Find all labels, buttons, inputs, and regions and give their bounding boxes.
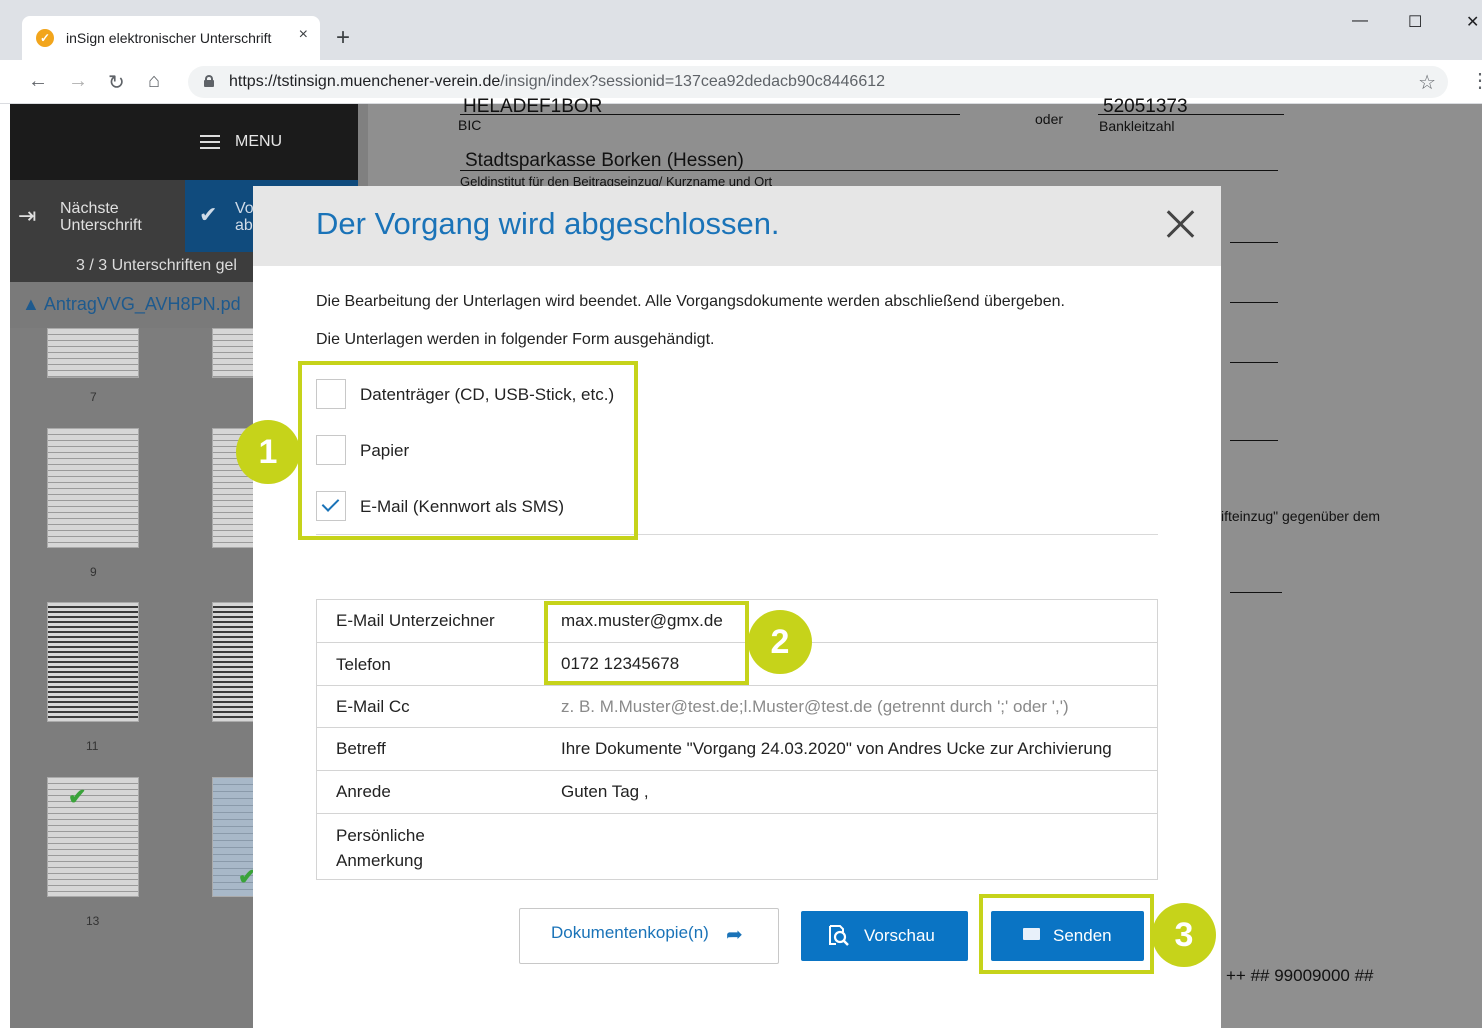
share-icon: ➦ xyxy=(726,924,743,946)
field-label: E-Mail Unterzeichner xyxy=(336,611,495,630)
document-copies-button[interactable]: Dokumentenkopie(n) ➦ xyxy=(519,908,779,964)
page-thumbnail[interactable] xyxy=(47,428,139,548)
delivery-form-label: Die Unterlagen werden in folgender Form … xyxy=(316,331,715,348)
table-row: Persönliche Anmerkung xyxy=(317,813,1157,879)
doc-line xyxy=(1230,362,1278,363)
forward-arrow-icon[interactable]: → xyxy=(68,70,88,93)
doc-line xyxy=(1230,440,1278,441)
highlight-contact-fields xyxy=(544,601,749,685)
field-label: Betreff xyxy=(336,739,386,758)
oder-label: oder xyxy=(1035,111,1064,127)
salutation-field[interactable]: Guten Tag , xyxy=(561,782,1123,802)
page-thumbnail[interactable] xyxy=(47,777,139,897)
lock-icon xyxy=(204,75,214,87)
next-signature-button[interactable]: ⇥ Nächste Unterschrift xyxy=(10,180,185,252)
page-thumbnail[interactable] xyxy=(47,602,139,722)
url-field[interactable]: https://tstinsign.muenchener-verein.de/i… xyxy=(188,66,1448,98)
hamburger-icon xyxy=(200,135,220,149)
field-label: E-Mail Cc xyxy=(336,697,410,716)
page-number: 11 xyxy=(86,739,99,753)
finish-process-label: Vo ab xyxy=(235,200,254,234)
back-arrow-icon[interactable]: ← xyxy=(28,70,48,93)
maximize-button[interactable]: ☐ xyxy=(1408,12,1422,32)
step-marker-3: 3 xyxy=(1152,903,1216,967)
page-number: 13 xyxy=(86,914,100,928)
footer-code: ++ ## 99009000 ## xyxy=(1226,966,1374,985)
field-label: Telefon xyxy=(336,655,391,674)
browser-menu-icon[interactable]: ⋮ xyxy=(1470,68,1482,93)
tab-close-icon[interactable]: × xyxy=(299,26,308,44)
highlight-delivery-options xyxy=(298,361,638,540)
close-icon[interactable] xyxy=(1165,208,1195,238)
close-window-button[interactable]: ✕ xyxy=(1466,12,1479,32)
page-number: 7 xyxy=(90,390,97,404)
signed-check-icon: ✔ xyxy=(68,784,87,809)
subject-field[interactable]: Ihre Dokumente "Vorgang 24.03.2020" von … xyxy=(561,739,1123,759)
table-row: Anrede Guten Tag , xyxy=(317,770,1157,813)
preview-button[interactable]: Vorschau xyxy=(801,911,968,961)
doc-line xyxy=(1230,302,1278,303)
menu-label: MENU xyxy=(235,133,283,150)
page-number: 9 xyxy=(90,565,97,579)
doc-line xyxy=(1098,114,1284,115)
bic-label: BIC xyxy=(458,117,482,133)
doc-line xyxy=(1230,242,1278,243)
step-marker-2: 2 xyxy=(748,610,812,674)
minimize-button[interactable]: — xyxy=(1352,12,1368,30)
table-row: Betreff Ihre Dokumente "Vorgang 24.03.20… xyxy=(317,727,1157,770)
reload-icon[interactable]: ↻ xyxy=(108,70,125,95)
email-cc-field[interactable]: z. B. M.Muster@test.de;l.Muster@test.de … xyxy=(561,697,1123,717)
next-signature-icon: ⇥ xyxy=(18,203,37,228)
url-text: https://tstinsign.muenchener-verein.de/i… xyxy=(229,73,886,90)
tab-title: inSign elektronischer Unterschrift xyxy=(66,30,272,46)
next-signature-label: Nächste Unterschrift xyxy=(60,200,142,234)
doc-line xyxy=(1230,592,1282,593)
step-marker-1: 1 xyxy=(236,420,300,484)
checkmark-icon: ✔ xyxy=(199,202,218,227)
browser-tab-bar: ✓ inSign elektronischer Unterschrift × +… xyxy=(0,0,1482,60)
dialog-header: Der Vorgang wird abgeschlossen. xyxy=(253,186,1221,266)
new-tab-button[interactable]: + xyxy=(336,24,350,52)
home-icon[interactable]: ⌂ xyxy=(148,70,160,93)
sidebar-header: MENU xyxy=(10,104,358,180)
doc-line xyxy=(460,170,1278,171)
browser-tab[interactable]: ✓ inSign elektronischer Unterschrift × xyxy=(22,16,320,60)
field-label: Persönliche Anmerkung xyxy=(336,826,425,870)
dialog-description: Die Bearbeitung der Unterlagen wird been… xyxy=(316,293,1065,310)
preview-search-icon xyxy=(829,925,849,946)
doc-text-fragment: ifteinzug" gegenüber dem xyxy=(1221,508,1381,524)
highlight-send-button xyxy=(979,894,1154,974)
field-label: Anrede xyxy=(336,782,391,801)
bookmark-star-icon[interactable]: ☆ xyxy=(1418,70,1436,95)
personal-note-field[interactable] xyxy=(561,823,1123,869)
page-thumbnail[interactable] xyxy=(47,328,139,378)
table-row: E-Mail Cc z. B. M.Muster@test.de;l.Muste… xyxy=(317,685,1157,727)
menu-button[interactable]: MENU xyxy=(185,104,358,180)
blz-label: Bankleitzahl xyxy=(1099,118,1175,134)
bank-name: Stadtsparkasse Borken (Hessen) xyxy=(465,150,744,171)
insign-favicon-icon: ✓ xyxy=(36,29,54,47)
address-bar: ← → ↻ ⌂ https://tstinsign.muenchener-ver… xyxy=(0,60,1482,104)
dialog-title: Der Vorgang wird abgeschlossen. xyxy=(316,206,780,241)
doc-line xyxy=(460,114,960,115)
